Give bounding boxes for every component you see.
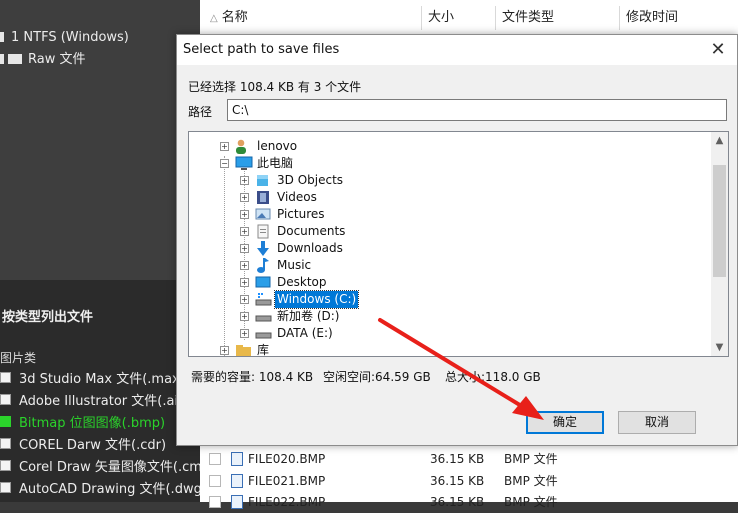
library-folder-icon [235,344,251,356]
category-label: 图片类 [0,351,37,365]
tree-scrollbar[interactable]: ▲ ▼ [711,132,728,356]
tree-node-lenovo[interactable]: + lenovo [219,138,419,155]
checkbox[interactable] [0,394,11,405]
scroll-thumb[interactable] [713,165,726,277]
expand-icon[interactable]: + [240,244,249,253]
expand-icon[interactable]: + [220,346,229,355]
column-header-modified[interactable]: 修改时间 [620,6,738,30]
tree-node-documents[interactable]: + Documents [239,223,439,240]
expand-icon[interactable]: + [240,329,249,338]
tree-node-drive-d[interactable]: + 新加卷 (D:) [239,308,439,325]
sort-icon: △ [210,13,218,24]
table-row[interactable]: FILE021.BMP 36.15 KB BMP 文件 [200,470,738,492]
partition-tree: 1 NTFS (Windows) Raw 文件 [0,0,200,280]
type-item-cmx[interactable]: Corel Draw 矢量图像文件(.cmx) [0,457,215,478]
folder-icon [8,54,22,64]
tree-node-library[interactable]: + 库 [219,342,419,356]
expand-icon[interactable]: + [240,176,249,185]
bmp-file-icon [231,474,243,488]
dialog-title: Select path to save files [183,42,340,57]
folder-icon [0,54,4,64]
column-header-name[interactable]: △ 名称 [200,6,422,30]
tree-node-drive-e[interactable]: + DATA (E:) [239,325,439,342]
expand-icon[interactable]: + [240,261,249,270]
left-panel: 1 NTFS (Windows) Raw 文件 按类型列出文件 图片类 3d S… [0,0,215,502]
tree-node-pictures[interactable]: + Pictures [239,206,439,223]
expand-icon[interactable]: + [240,278,249,287]
selected-info: 已经选择 108.4 KB 有 3 个文件 [188,80,362,94]
bmp-file-icon [231,452,243,466]
table-row[interactable]: FILE022.BMP 36.15 KB BMP 文件 [200,491,738,513]
scroll-down-icon[interactable]: ▼ [711,339,728,356]
expand-icon[interactable]: + [240,210,249,219]
scroll-up-icon[interactable]: ▲ [711,132,728,149]
collapse-icon[interactable]: − [220,159,229,168]
table-row[interactable]: FILE020.BMP 36.15 KB BMP 文件 [200,448,738,470]
drive-icon [255,311,272,325]
tree-node-3d-objects[interactable]: + 3D Objects [239,172,439,189]
folder-tree[interactable]: + lenovo − 此电脑 + 3D Objects + Videos + P… [188,131,729,357]
checkbox[interactable] [0,416,11,427]
column-header-type[interactable]: 文件类型 [496,6,620,30]
bmp-file-icon [231,495,243,509]
path-input[interactable] [227,99,727,121]
tree-item-raw[interactable]: Raw 文件 [0,50,85,70]
expand-icon[interactable]: + [220,142,229,151]
expand-icon[interactable]: + [240,193,249,202]
close-icon[interactable]: ✕ [707,39,729,61]
tree-node-drive-c[interactable]: + Windows (C:) [239,290,439,309]
type-item-max[interactable]: 3d Studio Max 文件(.max) [0,369,185,390]
desktop-icon [255,275,271,289]
drive-icon [255,328,272,342]
path-label: 路径 [188,105,213,119]
dialog-titlebar: Select path to save files ✕ [177,35,737,65]
type-item-cdr[interactable]: COREL Darw 文件(.cdr) [0,435,166,456]
type-item-bmp[interactable]: Bitmap 位图图像(.bmp) [0,413,165,434]
expand-icon[interactable]: + [240,312,249,321]
save-path-dialog: Select path to save files ✕ 已经选择 108.4 K… [176,34,738,446]
tree-node-music[interactable]: + Music [239,257,439,274]
type-item-ai[interactable]: Adobe Illustrator 文件(.ai) [0,391,183,412]
row-checkbox[interactable] [209,475,221,487]
music-note-icon [255,257,271,273]
checkbox[interactable] [0,438,11,449]
tree-node-desktop[interactable]: + Desktop [239,274,439,291]
checkbox[interactable] [0,372,11,383]
type-item-dwg[interactable]: AutoCAD Drawing 文件(.dwg) [0,479,207,500]
tree-node-downloads[interactable]: + Downloads [239,240,439,257]
user-icon [235,139,251,154]
picture-icon [255,207,271,221]
required-space: 需要的容量: 108.4 KB [191,370,314,384]
tree-node-this-pc[interactable]: − 此电脑 [219,155,419,172]
cancel-button[interactable]: 取消 [618,411,696,434]
expand-icon[interactable]: + [240,295,249,304]
computer-icon [235,156,253,170]
checkbox[interactable] [0,482,11,493]
tree-node-videos[interactable]: + Videos [239,189,439,206]
row-checkbox[interactable] [209,453,221,465]
document-icon [255,223,271,239]
film-icon [255,189,271,204]
cube-icon [255,172,271,186]
disk-icon [0,32,4,42]
checkbox[interactable] [0,460,11,471]
tree-item-ntfs[interactable]: 1 NTFS (Windows) [0,28,129,48]
row-checkbox[interactable] [209,496,221,508]
free-space: 空闲空间:64.59 GB [323,370,431,384]
column-header-size[interactable]: 大小 [422,6,496,30]
ok-button[interactable]: 确定 [526,411,604,434]
expand-icon[interactable]: + [240,227,249,236]
download-arrow-icon [255,240,271,256]
total-size: 总大小:118.0 GB [445,370,541,384]
system-drive-icon [255,293,272,307]
section-title: 按类型列出文件 [2,310,94,325]
